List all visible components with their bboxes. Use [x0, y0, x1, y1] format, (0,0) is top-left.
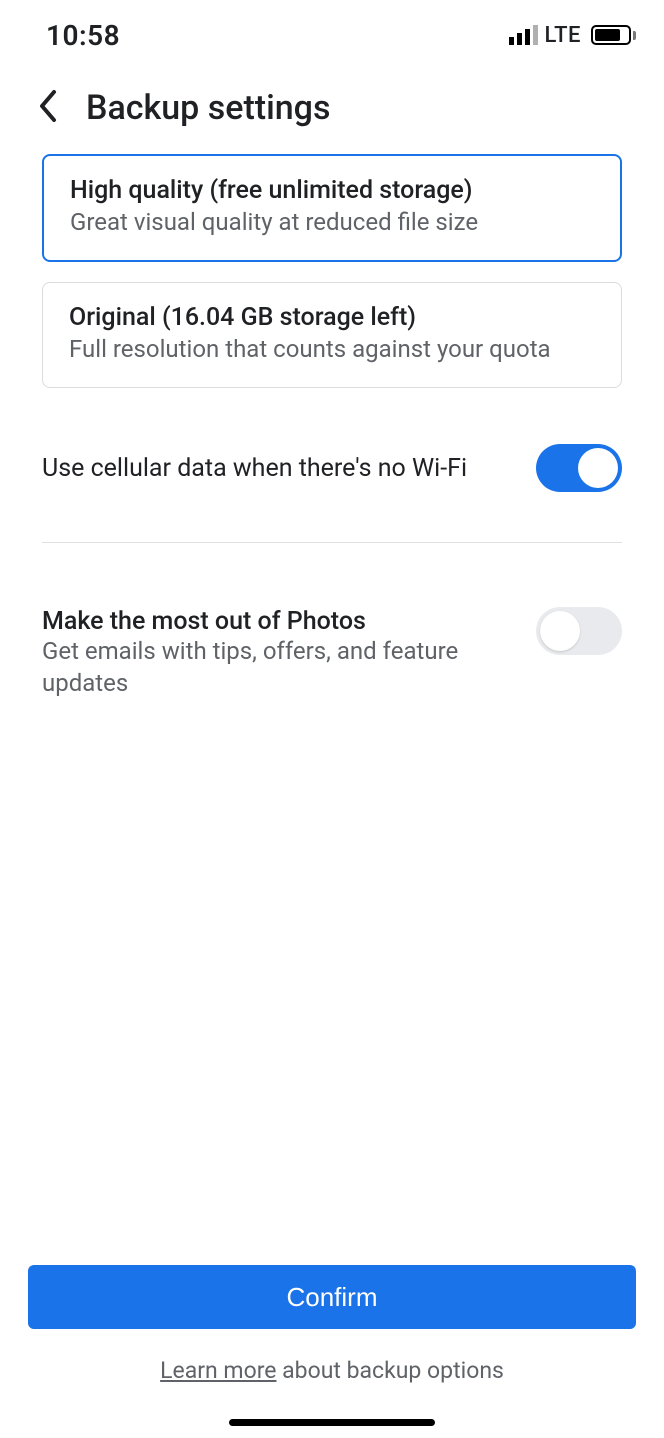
- option-high-quality-subtitle: Great visual quality at reduced file siz…: [70, 207, 594, 238]
- cellular-toggle-row: Use cellular data when there's no Wi-Fi: [42, 408, 622, 522]
- cellular-toggle[interactable]: [536, 444, 622, 492]
- status-network-label: LTE: [544, 23, 581, 48]
- option-high-quality-title: High quality (free unlimited storage): [70, 176, 594, 205]
- learn-more-line: Learn more about backup options: [28, 1357, 636, 1384]
- back-button[interactable]: [36, 88, 58, 128]
- signal-bars-icon: [509, 25, 538, 45]
- tips-text: Make the most out of Photos Get emails w…: [42, 607, 516, 698]
- home-indicator[interactable]: [229, 1419, 435, 1426]
- tips-title: Make the most out of Photos: [42, 607, 516, 636]
- learn-more-rest: about backup options: [276, 1357, 503, 1384]
- battery-icon: [591, 25, 636, 45]
- option-original[interactable]: Original (16.04 GB storage left) Full re…: [42, 282, 622, 388]
- tips-toggle-row: Make the most out of Photos Get emails w…: [42, 577, 622, 724]
- confirm-button[interactable]: Confirm: [28, 1265, 636, 1329]
- tips-subtitle: Get emails with tips, offers, and featur…: [42, 636, 516, 698]
- option-original-title: Original (16.04 GB storage left): [69, 303, 595, 332]
- page-title: Backup settings: [86, 88, 330, 128]
- content: High quality (free unlimited storage) Gr…: [0, 154, 664, 725]
- divider: [42, 542, 622, 543]
- learn-more-link[interactable]: Learn more: [160, 1357, 276, 1384]
- option-original-subtitle: Full resolution that counts against your…: [69, 334, 595, 365]
- footer: Confirm Learn more about backup options: [0, 1265, 664, 1438]
- tips-toggle[interactable]: [536, 607, 622, 655]
- status-bar: 10:58 LTE: [0, 0, 664, 62]
- option-high-quality[interactable]: High quality (free unlimited storage) Gr…: [42, 154, 622, 262]
- chevron-left-icon: [36, 88, 58, 124]
- status-time: 10:58: [46, 19, 120, 52]
- page-header: Backup settings: [0, 62, 664, 154]
- cellular-label: Use cellular data when there's no Wi-Fi: [42, 452, 467, 486]
- status-right: LTE: [509, 23, 636, 48]
